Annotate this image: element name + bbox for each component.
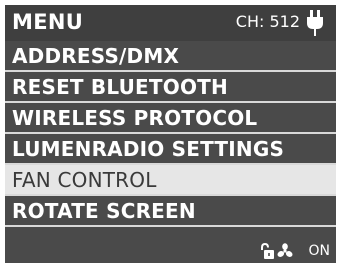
menu-item-label: ADDRESS/DMX bbox=[12, 44, 180, 68]
menu-item-reset-bluetooth[interactable]: RESET BLUETOOTH bbox=[5, 72, 336, 103]
status-footer: ON bbox=[5, 238, 336, 263]
menu-item-rotate-screen[interactable]: ROTATE SCREEN bbox=[5, 196, 336, 227]
menu-item-fan-control[interactable]: FAN CONTROL bbox=[5, 165, 336, 196]
menu-item-label: FAN CONTROL bbox=[12, 168, 157, 192]
device-screen: MENU CH: 512 ADDRESS/DMX RESET BLUETOOTH… bbox=[5, 5, 336, 263]
menu-item-lumenradio-settings[interactable]: LUMENRADIO SETTINGS bbox=[5, 134, 336, 165]
menu-title: MENU bbox=[12, 10, 84, 34]
unlock-icon bbox=[261, 243, 274, 259]
plug-icon bbox=[307, 10, 323, 36]
channel-readout: CH: 512 bbox=[235, 12, 300, 31]
menu-list: ADDRESS/DMX RESET BLUETOOTH WIRELESS PRO… bbox=[5, 41, 336, 227]
menu-item-label: LUMENRADIO SETTINGS bbox=[12, 137, 285, 161]
menu-item-address-dmx[interactable]: ADDRESS/DMX bbox=[5, 41, 336, 72]
menu-item-label: WIRELESS PROTOCOL bbox=[12, 106, 258, 130]
fan-icon bbox=[277, 243, 293, 257]
menu-item-label: ROTATE SCREEN bbox=[12, 199, 196, 223]
menu-item-label: RESET BLUETOOTH bbox=[12, 75, 228, 99]
menu-item-wireless-protocol[interactable]: WIRELESS PROTOCOL bbox=[5, 103, 336, 134]
device-bezel: MENU CH: 512 ADDRESS/DMX RESET BLUETOOTH… bbox=[0, 0, 341, 268]
menu-header: MENU CH: 512 bbox=[5, 5, 336, 41]
fan-status: ON bbox=[308, 243, 331, 259]
